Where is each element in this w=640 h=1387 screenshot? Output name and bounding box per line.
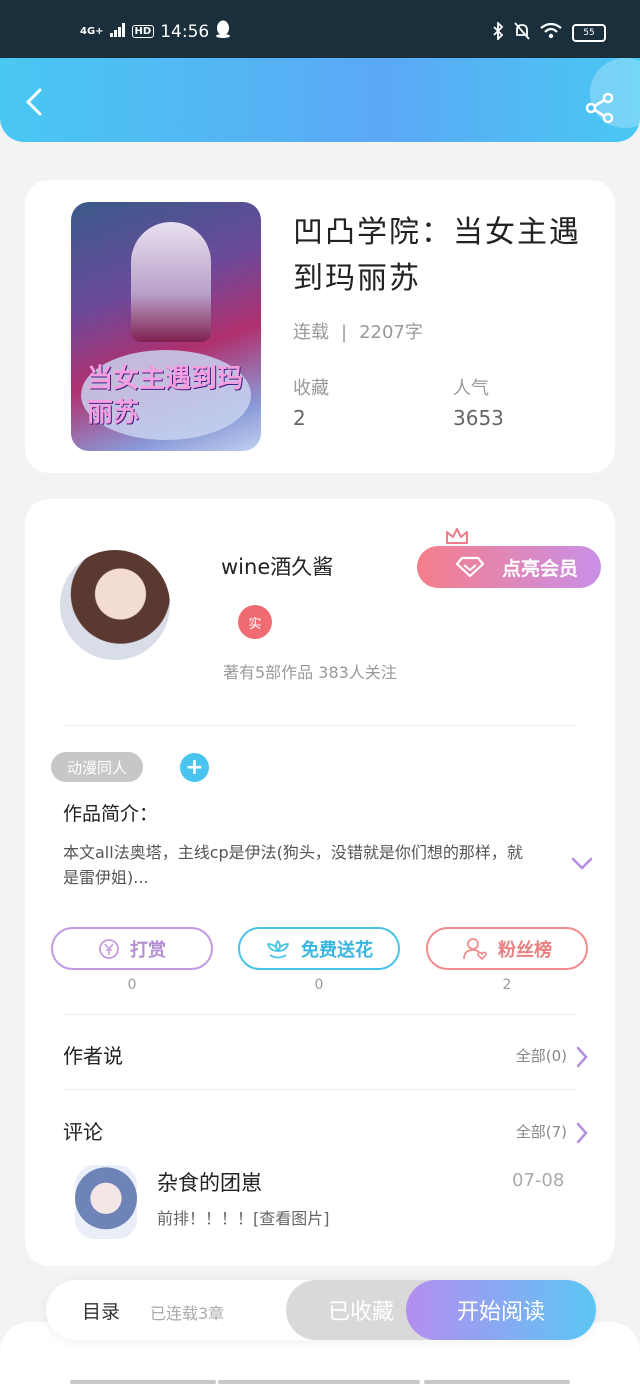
yen-coin-icon xyxy=(99,938,119,959)
comment-text[interactable]: 前排！！！！[查看图片] xyxy=(157,1205,330,1229)
send-flower-button[interactable]: 免费送花 xyxy=(238,927,400,970)
commenter-name[interactable]: 杂食的团崽 xyxy=(157,1167,262,1197)
fans-count: 2 xyxy=(502,977,512,993)
home-indicator-segment xyxy=(70,1380,216,1384)
home-indicator-segment xyxy=(424,1380,570,1384)
mute-icon xyxy=(514,22,530,44)
intro-text: 本文all法奥塔，主线cp是伊法(狗头，没错就是你们想的那样，就是雷伊姐)... xyxy=(63,843,523,887)
chevron-left-icon xyxy=(26,88,42,116)
verified-badge: 实 xyxy=(238,605,272,639)
cover-title-art: 当女主遇到玛丽苏 xyxy=(87,364,244,428)
book-meta: 连载 | 2207字 xyxy=(293,318,423,344)
book-cover[interactable]: 当女主遇到玛丽苏 xyxy=(71,202,261,451)
chevron-down-icon[interactable] xyxy=(571,857,593,871)
fans-ranking-label: 粉丝榜 xyxy=(498,939,552,961)
clock: 14:56 xyxy=(160,21,210,42)
comment-date: 07-08 xyxy=(512,1170,565,1191)
back-button[interactable] xyxy=(20,88,48,116)
commenter-avatar[interactable] xyxy=(75,1165,137,1239)
network-indicator: 4G+ xyxy=(80,25,104,37)
qq-icon xyxy=(215,20,231,43)
comments-all-link[interactable]: 全部(7) xyxy=(516,1121,567,1142)
author-avatar[interactable] xyxy=(60,550,170,660)
reward-button[interactable]: 打赏 xyxy=(51,927,213,970)
crown-icon xyxy=(446,528,468,544)
status-left: 4G+ HD 14:56 xyxy=(80,20,231,43)
chevron-right-icon[interactable] xyxy=(575,1122,589,1144)
bottom-action-bar: 目录 已连载3章 已收藏 开始阅读 xyxy=(46,1280,596,1340)
reward-count: 0 xyxy=(127,977,137,993)
send-flower-label: 免费送花 xyxy=(301,939,373,961)
status-bar: 4G+ HD 14:56 55 xyxy=(0,0,640,58)
signal-icon xyxy=(109,22,126,42)
favorites-label: 收藏 xyxy=(293,378,329,399)
author-stats: 著有5部作品 383人关注 xyxy=(223,663,397,682)
divider xyxy=(63,725,577,726)
battery-icon: 55 xyxy=(572,24,606,42)
status-right: 55 xyxy=(492,20,606,44)
reward-label: 打赏 xyxy=(130,939,166,961)
genre-tag[interactable]: 动漫同人 xyxy=(51,752,144,782)
word-count: 2207字 xyxy=(359,322,423,343)
intro-title: 作品简介： xyxy=(63,803,159,825)
author-says-title: 作者说 xyxy=(63,1044,123,1068)
share-button[interactable] xyxy=(584,92,616,124)
divider xyxy=(63,1089,577,1090)
share-icon xyxy=(585,92,614,124)
divider xyxy=(63,1014,577,1015)
cover-figure xyxy=(131,222,211,342)
book-status: 连载 xyxy=(293,322,329,343)
top-nav-bar xyxy=(0,58,640,142)
catalog-button[interactable]: 目录 xyxy=(82,1297,120,1324)
chapter-count: 已连载3章 xyxy=(150,1304,225,1323)
home-indicator-segment xyxy=(218,1380,420,1384)
wifi-icon xyxy=(540,22,562,43)
bluetooth-icon xyxy=(492,20,504,44)
favorites-value: 2 xyxy=(293,406,306,430)
meta-separator: | xyxy=(341,322,348,343)
book-title: 凹凸学院：当女主遇到玛丽苏 xyxy=(293,215,581,296)
chevron-right-icon[interactable] xyxy=(575,1046,589,1068)
author-name[interactable]: wine酒久酱 xyxy=(221,551,333,581)
start-reading-button[interactable]: 开始阅读 xyxy=(406,1280,596,1340)
author-details-card: wine酒久酱 实 著有5部作品 383人关注 点亮会员 动漫同人 + 作品简介… xyxy=(25,499,615,1266)
diamond-icon xyxy=(455,556,484,578)
comments-title: 评论 xyxy=(63,1120,103,1144)
flower-icon xyxy=(267,939,289,958)
member-button[interactable]: 点亮会员 xyxy=(417,546,601,588)
fans-ranking-button[interactable]: 粉丝榜 xyxy=(426,927,588,970)
flower-count: 0 xyxy=(314,977,324,993)
popularity-value: 3653 xyxy=(453,406,504,430)
author-says-all-link[interactable]: 全部(0) xyxy=(516,1045,567,1066)
add-tag-button[interactable]: + xyxy=(180,753,209,782)
hd-badge: HD xyxy=(131,25,155,38)
book-info-card: 当女主遇到玛丽苏 凹凸学院：当女主遇到玛丽苏 连载 | 2207字 收藏 2 人气 … xyxy=(25,180,615,473)
user-heart-icon xyxy=(463,937,487,960)
member-button-label: 点亮会员 xyxy=(501,557,578,580)
popularity-label: 人气 xyxy=(453,378,489,399)
